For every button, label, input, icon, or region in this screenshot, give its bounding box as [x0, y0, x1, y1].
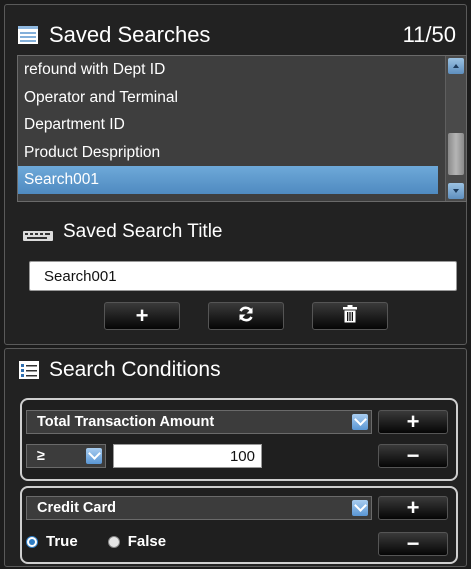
remove-condition-button[interactable]: −: [378, 443, 448, 468]
conditions-icon: [19, 361, 39, 379]
chevron-down-icon[interactable]: [352, 414, 368, 430]
condition-card: Credit Card + True False −: [20, 486, 458, 564]
operator-value: ≥: [37, 448, 45, 464]
add-condition-button[interactable]: +: [378, 495, 448, 520]
keyboard-icon: [23, 226, 53, 241]
minus-icon: −: [406, 443, 420, 468]
add-condition-button[interactable]: +: [378, 409, 448, 434]
condition-field-value: Credit Card: [37, 500, 116, 516]
saved-searches-title: Saved Searches: [49, 22, 211, 47]
condition-card: Total Transaction Amount + ≥ −: [20, 398, 458, 481]
list-item[interactable]: Department ID: [18, 111, 438, 139]
radio-true[interactable]: [26, 535, 38, 548]
condition-field-value: Total Transaction Amount: [37, 414, 215, 430]
minus-icon: −: [406, 531, 420, 556]
saved-searches-list[interactable]: refound with Dept ID Operator and Termin…: [17, 55, 467, 202]
list-scrollbar[interactable]: [445, 56, 466, 201]
search-conditions-header: Search Conditions: [19, 355, 221, 385]
saved-search-title-label: Saved Search Title: [63, 221, 223, 242]
list-item[interactable]: Operator and Terminal: [18, 84, 438, 112]
list-item[interactable]: Product Despription: [18, 139, 438, 167]
operator-select[interactable]: ≥: [26, 444, 106, 468]
chevron-down-icon[interactable]: [352, 500, 368, 516]
list-item[interactable]: refound with Dept ID: [18, 56, 438, 84]
condition-field-select[interactable]: Total Transaction Amount: [26, 410, 372, 434]
radio-false-label[interactable]: False: [128, 533, 166, 550]
add-search-button[interactable]: +: [104, 302, 180, 330]
refresh-icon: [237, 303, 255, 329]
saved-searches-count: 11/50: [402, 22, 456, 47]
delete-search-button[interactable]: [312, 302, 388, 330]
plus-icon: +: [406, 495, 420, 520]
remove-condition-button[interactable]: −: [378, 531, 448, 556]
update-search-button[interactable]: [208, 302, 284, 330]
scroll-up-icon[interactable]: [448, 58, 464, 74]
radio-false[interactable]: [107, 535, 120, 548]
chevron-down-icon[interactable]: [86, 448, 102, 464]
scroll-down-icon[interactable]: [448, 183, 464, 199]
condition-value-input[interactable]: [113, 444, 262, 468]
search-conditions-title: Search Conditions: [49, 358, 221, 381]
radio-true-label[interactable]: True: [46, 533, 78, 550]
saved-searches-header: Saved Searches 11/50: [17, 17, 456, 53]
saved-searches-panel: Saved Searches 11/50 refound with Dept I…: [4, 4, 467, 345]
boolean-radio-group: True False: [26, 533, 196, 550]
saved-search-title-input[interactable]: [29, 261, 457, 291]
plus-icon: +: [406, 409, 420, 434]
trash-icon: [343, 303, 357, 329]
list-icon: [17, 24, 39, 46]
list-item-selected[interactable]: Search001: [18, 166, 438, 194]
plus-icon: +: [135, 303, 149, 328]
saved-search-title-header: Saved Search Title: [23, 217, 222, 247]
scroll-thumb[interactable]: [448, 133, 464, 175]
condition-field-select[interactable]: Credit Card: [26, 496, 372, 520]
